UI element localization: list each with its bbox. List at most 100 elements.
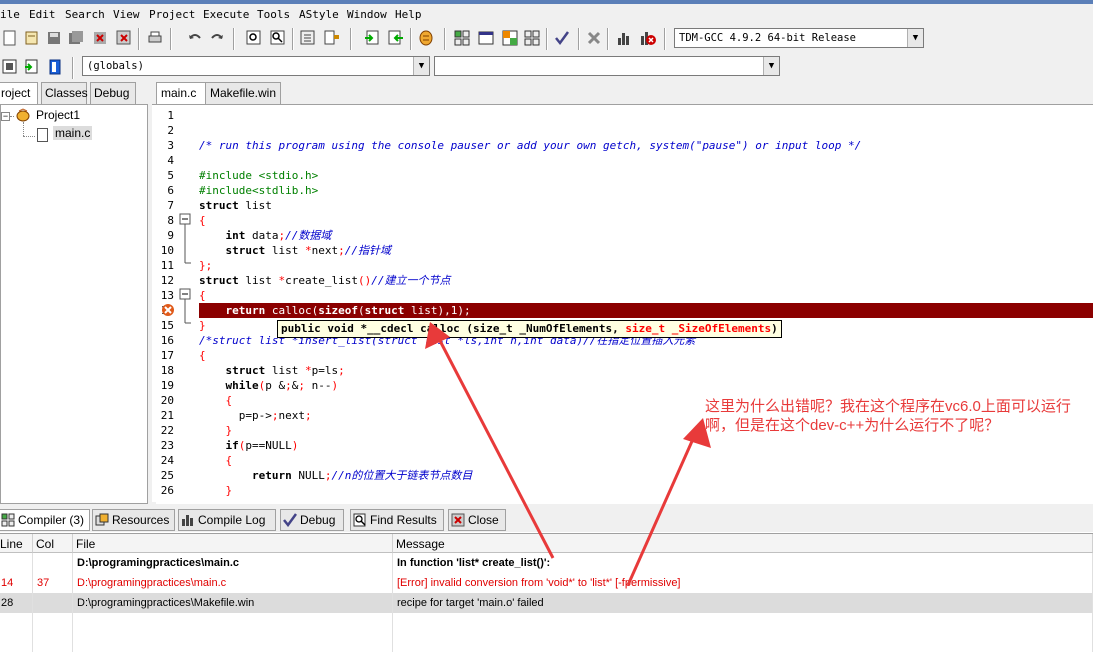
code-line[interactable]: struct list *next;//指针域 (199, 243, 1093, 258)
save-all-icon[interactable] (66, 28, 86, 48)
menu-search[interactable]: Search (65, 8, 105, 21)
line-number: 10 (160, 244, 174, 257)
code-line[interactable]: #include<stdlib.h> (199, 183, 1093, 198)
print-icon[interactable] (145, 28, 165, 48)
menu-bar: ile Edit Search View Project Execute Too… (0, 4, 1093, 24)
tab-project[interactable]: roject (0, 82, 38, 105)
editor-tabs: main.c Makefile.win (150, 82, 1093, 105)
remove-from-project-icon[interactable] (386, 28, 406, 48)
menu-help[interactable]: Help (395, 8, 422, 21)
code-line[interactable]: { (199, 453, 1093, 468)
column-header-message[interactable]: Message (393, 534, 1093, 553)
menu-astyle[interactable]: AStyle (299, 8, 339, 21)
menu-edit[interactable]: Edit (29, 8, 56, 21)
goto-line-icon[interactable] (322, 28, 342, 48)
code-line[interactable] (199, 123, 1093, 138)
line-number: 11 (160, 259, 174, 272)
table-row[interactable]: 14 37 D:\programingpractices\main.c [Err… (0, 573, 1093, 593)
code-line[interactable]: struct list *p=ls; (199, 363, 1093, 378)
code-line[interactable] (199, 108, 1093, 123)
code-line[interactable]: while(p &;&; n--) (199, 378, 1093, 393)
table-row[interactable]: 28 D:\programingpractices\Makefile.win r… (0, 593, 1093, 613)
column-header-line[interactable]: Line (0, 534, 33, 553)
new-file-icon[interactable] (0, 28, 20, 48)
menu-project[interactable]: Project (149, 8, 195, 21)
tree-project-label[interactable]: Project1 (36, 108, 80, 122)
chevron-down-icon[interactable]: ▼ (763, 57, 779, 75)
tab-debug-output[interactable]: Debug (280, 509, 344, 531)
line-number: 12 (160, 274, 174, 287)
add-to-project-icon[interactable] (362, 28, 382, 48)
code-line[interactable]: /* run this program using the console pa… (199, 138, 1093, 153)
check-icon (283, 513, 297, 527)
code-line[interactable]: if(p==NULL) (199, 438, 1093, 453)
cell-line: 28 (0, 593, 33, 613)
column-header-col[interactable]: Col (33, 534, 73, 553)
insert-icon[interactable] (0, 57, 20, 77)
compile-run-icon[interactable] (500, 28, 520, 48)
code-line[interactable]: int data;//数据域 (199, 228, 1093, 243)
close-all-icon[interactable] (114, 28, 134, 48)
redo-icon[interactable] (207, 28, 227, 48)
line-number: 18 (160, 364, 174, 377)
function-select[interactable]: ▼ (434, 56, 780, 76)
collapse-icon[interactable]: − (1, 112, 10, 121)
tab-compiler[interactable]: Compiler (3) (0, 509, 90, 531)
tree-file-label[interactable]: main.c (53, 126, 93, 140)
tab-find-results[interactable]: Find Results (350, 509, 444, 531)
code-line[interactable]: } (199, 483, 1093, 498)
code-line[interactable]: struct list (199, 198, 1093, 213)
code-line[interactable]: return NULL;//n的位置大于链表节点数目 (199, 468, 1093, 483)
code-line[interactable]: { (199, 288, 1093, 303)
compile-icon[interactable] (452, 28, 472, 48)
menu-execute[interactable]: Execute (203, 8, 249, 21)
code-line[interactable]: { (199, 213, 1093, 228)
tab-classes[interactable]: Classes (41, 82, 88, 104)
project-options-icon[interactable] (416, 28, 436, 48)
open-file-icon[interactable] (22, 28, 42, 48)
replace-icon[interactable] (268, 28, 288, 48)
code-line[interactable]: { (199, 348, 1093, 363)
code-line[interactable]: #include <stdio.h> (199, 168, 1093, 183)
chevron-down-icon[interactable]: ▼ (907, 29, 923, 47)
syntax-check-icon[interactable] (552, 28, 572, 48)
tab-makefile-win[interactable]: Makefile.win (205, 82, 281, 104)
close-file-icon[interactable] (90, 28, 110, 48)
undo-icon[interactable] (185, 28, 205, 48)
tab-main-c[interactable]: main.c (156, 82, 206, 105)
menu-file[interactable]: ile (0, 8, 20, 21)
code-line[interactable] (199, 153, 1093, 168)
rebuild-all-icon[interactable] (522, 28, 542, 48)
goto-bookmark-icon[interactable] (45, 57, 65, 77)
indent-icon[interactable] (298, 28, 318, 48)
scope-select[interactable]: (globals) ▼ (82, 56, 430, 76)
column-header-file[interactable]: File (73, 534, 393, 553)
code-line[interactable]: struct list *create_list()//建立一个节点 (199, 273, 1093, 288)
compiler-select[interactable]: TDM-GCC 4.9.2 64-bit Release ▼ (674, 28, 924, 48)
cell-line (0, 553, 33, 573)
menu-view[interactable]: View (113, 8, 140, 21)
code-line[interactable]: return calloc(sizeof(struct list),1); (199, 303, 1093, 318)
toggle-bookmark-icon[interactable] (22, 57, 42, 77)
table-row[interactable]: D:\programingpractices\main.c In functio… (0, 553, 1093, 573)
line-number: 7 (167, 199, 174, 212)
profile-icon[interactable] (614, 28, 634, 48)
tab-debug[interactable]: Debug (90, 82, 136, 104)
tab-compile-log[interactable]: Compile Log (178, 509, 276, 531)
menu-tools[interactable]: Tools (257, 8, 290, 21)
code-line[interactable]: }; (199, 258, 1093, 273)
line-number: 4 (167, 154, 174, 167)
find-icon[interactable] (244, 28, 264, 48)
tab-resources[interactable]: Resources (92, 509, 175, 531)
tab-close[interactable]: Close (448, 509, 506, 531)
save-icon[interactable] (44, 28, 64, 48)
stop-execution-icon[interactable] (584, 28, 604, 48)
cell-message: recipe for target 'main.o' failed (393, 593, 1093, 613)
code-editor[interactable]: 1234567891011121314151617181920212223242… (152, 104, 1093, 502)
delete-profile-icon[interactable] (638, 28, 658, 48)
chevron-down-icon[interactable]: ▼ (413, 57, 429, 75)
line-number: 21 (160, 409, 174, 422)
run-icon[interactable] (476, 28, 496, 48)
menu-window[interactable]: Window (347, 8, 387, 21)
cell-file: D:\programingpractices\Makefile.win (73, 593, 393, 613)
